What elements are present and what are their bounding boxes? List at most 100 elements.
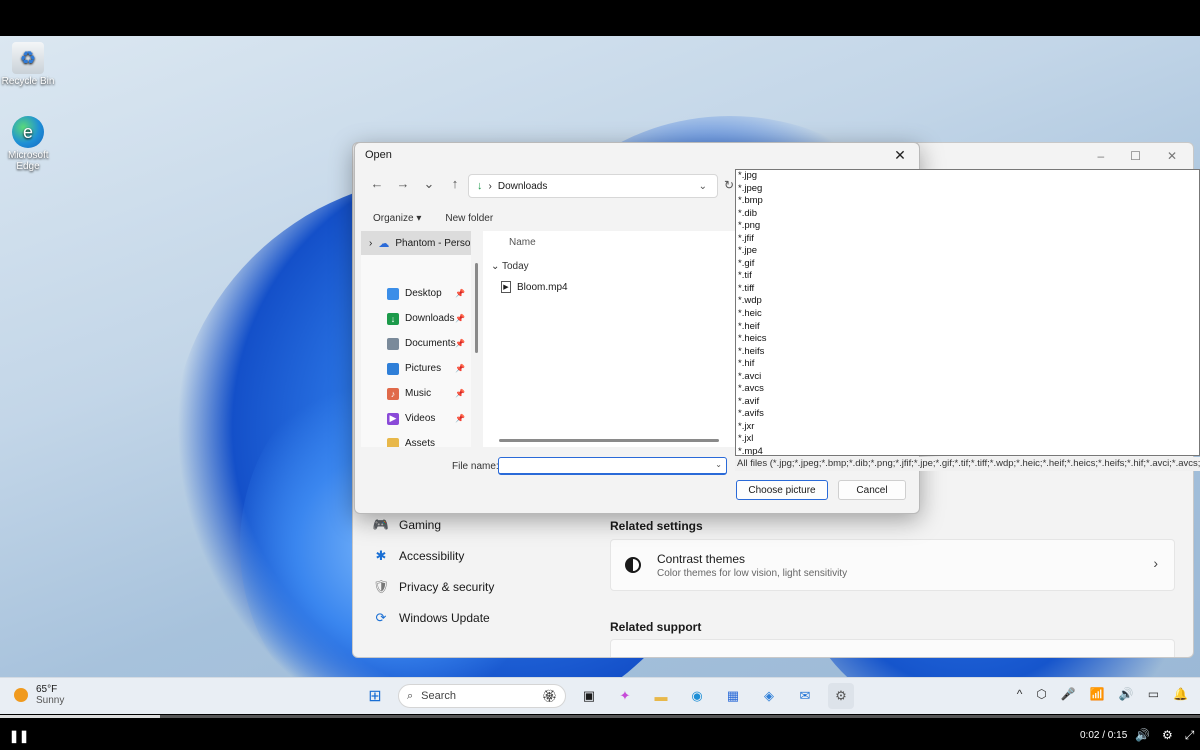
pin-icon: 📌 (455, 364, 465, 373)
file-name: Bloom.mp4 (517, 281, 568, 293)
quick-access-assets[interactable]: Assets (361, 431, 471, 447)
address-bar[interactable]: ↓ › Downloads ⌄ (468, 174, 718, 198)
file-type-select[interactable]: All files (*.jpg;*.jpeg;*.bmp;*.dib;*.pn… (735, 457, 1200, 471)
outlook-icon[interactable]: ✉ (792, 683, 818, 709)
quick-access-label: Videos (405, 413, 436, 424)
pause-icon[interactable]: ❚❚ (9, 729, 29, 743)
tree-item-onedrive[interactable]: › ☁ Phantom - Perso (361, 231, 471, 255)
quick-access-pictures[interactable]: Pictures 📌 (361, 356, 471, 381)
quick-access-label: Pictures (405, 363, 442, 374)
fullscreen-icon[interactable]: ⤢ (1185, 728, 1195, 743)
video-controls: ❚❚ 0:02 / 0:15 🔊 ⚙ ⤢ (0, 718, 1200, 750)
quick-access-desktop[interactable]: Desktop 📌 (361, 281, 471, 306)
file-type-option[interactable]: *.tif (736, 270, 1199, 283)
weather-widget[interactable]: 65°F Sunny (14, 684, 64, 706)
desktop-icon-recycle-bin[interactable]: ♻ Recycle Bin (0, 42, 56, 87)
store-icon[interactable]: ▦ (720, 683, 746, 709)
desktop-icon-edge[interactable]: e Microsoft Edge (0, 116, 56, 172)
settings-icon[interactable]: ⚙ (828, 683, 854, 709)
file-type-option[interactable]: *.mp4 (736, 446, 1199, 455)
volume-icon[interactable]: 🔊 (1119, 687, 1134, 701)
horizontal-scrollbar[interactable] (499, 439, 719, 442)
file-type-option[interactable]: *.jpg (736, 170, 1199, 183)
quick-access-videos[interactable]: ▶ Videos 📌 (361, 406, 471, 431)
weather-condition: Sunny (36, 695, 65, 706)
edge-icon[interactable]: ◉ (684, 683, 710, 709)
wifi-icon[interactable]: 📶 (1090, 687, 1105, 701)
choose-picture-button[interactable]: Choose picture (736, 480, 828, 500)
file-explorer-icon[interactable]: ▬ (648, 683, 674, 709)
battery-icon[interactable]: ▭ (1148, 687, 1159, 701)
forward-arrow-icon[interactable]: → (393, 176, 413, 192)
weather-temp: 65°F (36, 684, 58, 695)
column-header-name[interactable]: Name (509, 237, 536, 248)
chevron-down-icon[interactable]: ⌄ (715, 460, 722, 469)
back-arrow-icon[interactable]: ← (367, 176, 387, 192)
file-type-option[interactable]: *.jxr (736, 421, 1199, 434)
minimize-button[interactable]: – (1097, 149, 1104, 163)
file-type-option[interactable]: *.heics (736, 333, 1199, 346)
contrast-themes-card[interactable]: Contrast themes Color themes for low vis… (610, 539, 1175, 591)
address-folder[interactable]: Downloads (498, 181, 547, 192)
organize-button[interactable]: Organize ▾ (373, 213, 421, 224)
group-header-today[interactable]: ⌄ Today (491, 261, 529, 272)
file-type-option[interactable]: *.jpe (736, 245, 1199, 258)
photos-icon[interactable]: ◈ (756, 683, 782, 709)
file-type-option[interactable]: *.jxl (736, 433, 1199, 446)
microphone-icon[interactable]: 🎤 (1061, 687, 1076, 701)
taskbar-search[interactable]: ⌕ Search 🏵 (398, 684, 566, 708)
pin-icon: 📌 (455, 389, 465, 398)
quick-access-downloads[interactable]: ↓ Downloads 📌 (361, 306, 471, 331)
start-icon[interactable]: ⊞ (362, 683, 388, 709)
nav-item-privacy[interactable]: 🛡 Privacy & security (373, 571, 573, 602)
copilot-icon[interactable]: ✦ (612, 683, 638, 709)
file-type-option[interactable]: *.wdp (736, 295, 1199, 308)
file-type-option[interactable]: *.jfif (736, 233, 1199, 246)
accessibility-icon: ✱ (375, 547, 387, 563)
file-type-option[interactable]: *.heif (736, 321, 1199, 334)
up-arrow-icon[interactable]: ↑ (445, 176, 465, 192)
file-type-option[interactable]: *.jpeg (736, 183, 1199, 196)
notification-bell-icon[interactable]: 🔔 (1173, 687, 1188, 701)
file-type-option[interactable]: *.tiff (736, 283, 1199, 296)
video-frame: ♻ Recycle Bin e Microsoft Edge – ☐ ✕ 🎮 G… (0, 0, 1200, 750)
cloud-icon: ☁ (378, 237, 390, 250)
system-tray: ^ ⬡ 🎤 📶 🔊 ▭ 🔔 (1017, 687, 1188, 701)
file-name-input[interactable]: ⌄ (498, 457, 727, 475)
recent-locations-icon[interactable]: ⌄ (419, 176, 439, 192)
file-type-option[interactable]: *.avcs (736, 383, 1199, 396)
close-button[interactable]: ✕ (1167, 149, 1177, 163)
file-item[interactable]: ▶ Bloom.mp4 (501, 281, 568, 293)
vertical-scrollbar[interactable] (475, 263, 478, 353)
cube-icon[interactable]: ⬡ (1036, 687, 1046, 701)
search-highlight-icon: 🏵 (541, 689, 557, 703)
nav-item-accessibility[interactable]: ✱ Accessibility (373, 540, 573, 571)
gear-icon[interactable]: ⚙ (1162, 728, 1173, 743)
file-type-option[interactable]: *.heic (736, 308, 1199, 321)
new-folder-button[interactable]: New folder (445, 213, 493, 224)
tree-label: Phantom - Perso (395, 237, 471, 249)
task-view-icon[interactable]: ▣ (576, 683, 602, 709)
file-type-option[interactable]: *.dib (736, 208, 1199, 221)
file-type-option[interactable]: *.hif (736, 358, 1199, 371)
file-type-option[interactable]: *.avifs (736, 408, 1199, 421)
chevron-right-icon[interactable]: › (369, 238, 372, 249)
chevron-up-icon[interactable]: ^ (1017, 687, 1023, 701)
file-type-option[interactable]: *.gif (736, 258, 1199, 271)
close-icon[interactable]: ✕ (887, 145, 913, 165)
maximize-button[interactable]: ☐ (1130, 149, 1141, 163)
file-type-option[interactable]: *.heifs (736, 346, 1199, 359)
file-type-option[interactable]: *.png (736, 220, 1199, 233)
file-type-option[interactable]: *.avci (736, 371, 1199, 384)
volume-icon[interactable]: 🔊 (1135, 728, 1150, 743)
chevron-down-icon[interactable]: ⌄ (699, 181, 707, 192)
quick-access-documents[interactable]: Documents 📌 (361, 331, 471, 356)
file-type-option[interactable]: *.avif (736, 396, 1199, 409)
quick-access-music[interactable]: ♪ Music 📌 (361, 381, 471, 406)
nav-item-windows-update[interactable]: ⟳ Windows Update (373, 602, 573, 633)
file-type-option[interactable]: *.bmp (736, 195, 1199, 208)
cancel-button[interactable]: Cancel (838, 480, 906, 500)
quick-access-label: Desktop (405, 288, 442, 299)
support-card[interactable] (610, 639, 1175, 657)
quick-access-label: Music (405, 388, 432, 399)
